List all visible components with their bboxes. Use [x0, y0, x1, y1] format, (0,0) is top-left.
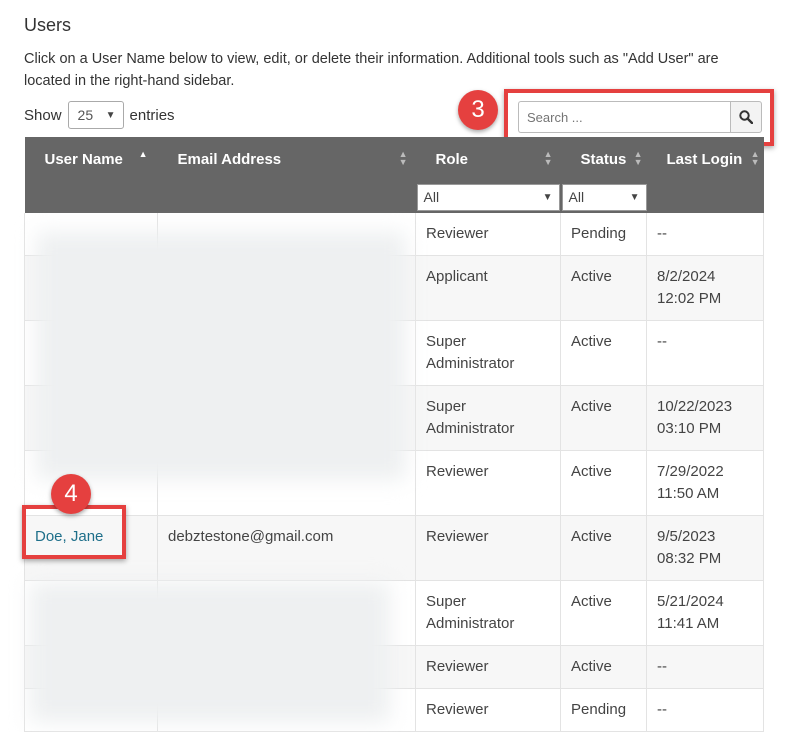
- cell-role: Reviewer: [415, 213, 561, 256]
- callout-badge-3: 3: [458, 90, 498, 130]
- search-box: [518, 101, 762, 133]
- sort-asc-icon: ▲: [138, 149, 148, 159]
- cell-role: Reviewer: [415, 688, 561, 732]
- col-email-label: Email Address: [177, 150, 282, 168]
- cell-last-login: --: [646, 688, 764, 732]
- cell-role: Reviewer: [415, 450, 561, 516]
- status-filter-select[interactable]: All ▼: [561, 183, 647, 211]
- search-button[interactable]: [730, 101, 762, 133]
- cell-role: Super Administrator: [415, 580, 561, 646]
- cell-last-login: --: [646, 645, 764, 689]
- col-role-label: Role: [435, 150, 469, 168]
- cell-status: Pending: [560, 688, 647, 732]
- cell-last-login: 10/22/2023 03:10 PM: [646, 385, 764, 451]
- col-last-login-label: Last Login: [666, 150, 743, 168]
- cell-role: Super Administrator: [415, 320, 561, 386]
- col-status[interactable]: Status ▲ ▼: [560, 137, 647, 181]
- cell-last-login: 8/2/2024 12:02 PM: [646, 255, 764, 321]
- col-user-name-label: User Name: [44, 150, 123, 168]
- length-prefix: Show: [24, 106, 62, 124]
- col-status-label: Status: [580, 150, 627, 168]
- cell-last-login: --: [646, 320, 764, 386]
- cell-status: Active: [560, 645, 647, 689]
- cell-email: debztestone@gmail.com: [157, 515, 416, 581]
- table-row: Doe, Jane debztestone@gmail.com Reviewer…: [24, 515, 764, 581]
- redacted-region: [36, 232, 406, 480]
- entries-value: 25: [77, 107, 94, 123]
- role-filter-value: All: [423, 189, 440, 205]
- filter-row: All ▼ All ▼: [24, 181, 764, 213]
- cell-last-login: 5/21/2024 11:41 AM: [646, 580, 764, 646]
- sort-icon: ▲ ▼: [750, 149, 760, 167]
- page-intro: Click on a User Name below to view, edit…: [24, 51, 719, 89]
- table-header-row: User Name ▲ Email Address ▲ ▼ Role ▲ ▼ Sta…: [24, 137, 764, 181]
- cell-role: Applicant: [415, 255, 561, 321]
- chevron-down-icon: ▼: [629, 191, 640, 203]
- cell-status: Active: [560, 385, 647, 451]
- length-suffix: entries: [129, 106, 175, 124]
- cell-last-login: 9/5/2023 08:32 PM: [646, 515, 764, 581]
- redacted-region: [30, 582, 390, 722]
- search-icon: [739, 110, 753, 124]
- cell-role: Super Administrator: [415, 385, 561, 451]
- sort-icon: ▲ ▼: [543, 149, 553, 167]
- cell-status: Active: [560, 255, 647, 321]
- cell-status: Pending: [560, 213, 647, 256]
- cell-role: Reviewer: [415, 515, 561, 581]
- entries-select[interactable]: 25 ▼: [67, 101, 124, 129]
- cell-status: Active: [560, 450, 647, 516]
- chevron-down-icon: ▼: [542, 191, 553, 203]
- cell-status: Active: [560, 580, 647, 646]
- sort-icon: ▲ ▼: [398, 149, 408, 167]
- role-filter-select[interactable]: All ▼: [416, 183, 560, 211]
- length-menu: Show 25 ▼ entries: [24, 101, 175, 129]
- page-title: Users: [24, 15, 72, 35]
- cell-status: Active: [560, 515, 647, 581]
- cell-last-login: --: [646, 213, 764, 256]
- col-role[interactable]: Role ▲ ▼: [415, 137, 561, 181]
- chevron-down-icon: ▼: [105, 109, 116, 121]
- sort-icon: ▲ ▼: [633, 149, 643, 167]
- cell-last-login: 7/29/2022 11:50 AM: [646, 450, 764, 516]
- col-email[interactable]: Email Address ▲ ▼: [157, 137, 416, 181]
- cell-role: Reviewer: [415, 645, 561, 689]
- search-input[interactable]: [518, 101, 730, 133]
- cell-status: Active: [560, 320, 647, 386]
- status-filter-value: All: [568, 189, 585, 205]
- col-last-login[interactable]: Last Login ▲ ▼: [646, 137, 764, 181]
- col-user-name[interactable]: User Name ▲: [24, 137, 158, 181]
- callout-badge-4: 4: [51, 474, 91, 514]
